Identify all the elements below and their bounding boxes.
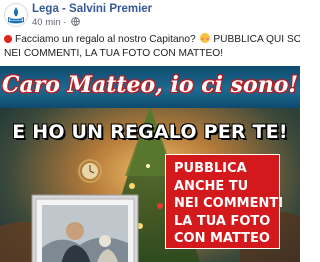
- post-meta: 40 min ·: [32, 17, 80, 28]
- post-text-question: Facciamo un regalo al nostro Capitano?: [15, 34, 196, 45]
- post-header: Lega - Salvini Premier 40 min ·: [0, 0, 300, 30]
- photo-frame-icon: [31, 194, 139, 262]
- blushing-face-emoji-icon: [199, 33, 210, 43]
- cta-line: CON MATTEO: [174, 231, 270, 246]
- post-image[interactable]: Caro Matteo, io ci sono! E HO UN REGALO …: [0, 66, 300, 262]
- globe-icon[interactable]: [71, 17, 80, 26]
- title-banner: Caro Matteo, io ci sono!: [0, 66, 300, 108]
- post-text: Facciamo un regalo al nostro Capitano? P…: [4, 33, 300, 61]
- subtitle-banner: E HO UN REGALO PER TE!: [0, 114, 300, 150]
- post-text-line-2: NEI COMMENTI, LA TUA FOTO CON MATTEO!: [4, 48, 224, 59]
- post-timestamp[interactable]: 40 min: [32, 17, 61, 28]
- red-circle-emoji-icon: [4, 34, 12, 43]
- post-text-line-1: Facciamo un regalo al nostro Capitano? P…: [4, 33, 300, 47]
- image-subtitle: E HO UN REGALO PER TE!: [12, 121, 288, 143]
- page-name-link[interactable]: Lega - Salvini Premier: [32, 3, 152, 15]
- meta-separator: ·: [63, 17, 67, 28]
- post-text-call: PUBBLICA QUI SOTTO,: [213, 34, 300, 45]
- cta-box: PUBBLICA ANCHE TU NEI COMMENTI LA TUA FO…: [165, 154, 284, 249]
- cta-line: ANCHE TU: [174, 178, 249, 194]
- facebook-post: Lega - Salvini Premier 40 min · Facciamo…: [0, 0, 300, 262]
- page-avatar[interactable]: [4, 3, 28, 27]
- cta-line: LA TUA FOTO: [174, 213, 271, 229]
- lega-logo-icon: [5, 4, 27, 26]
- image-title: Caro Matteo, io ci sono!: [1, 72, 299, 98]
- cta-line: PUBBLICA: [174, 161, 247, 176]
- cta-line: NEI COMMENTI: [174, 196, 284, 211]
